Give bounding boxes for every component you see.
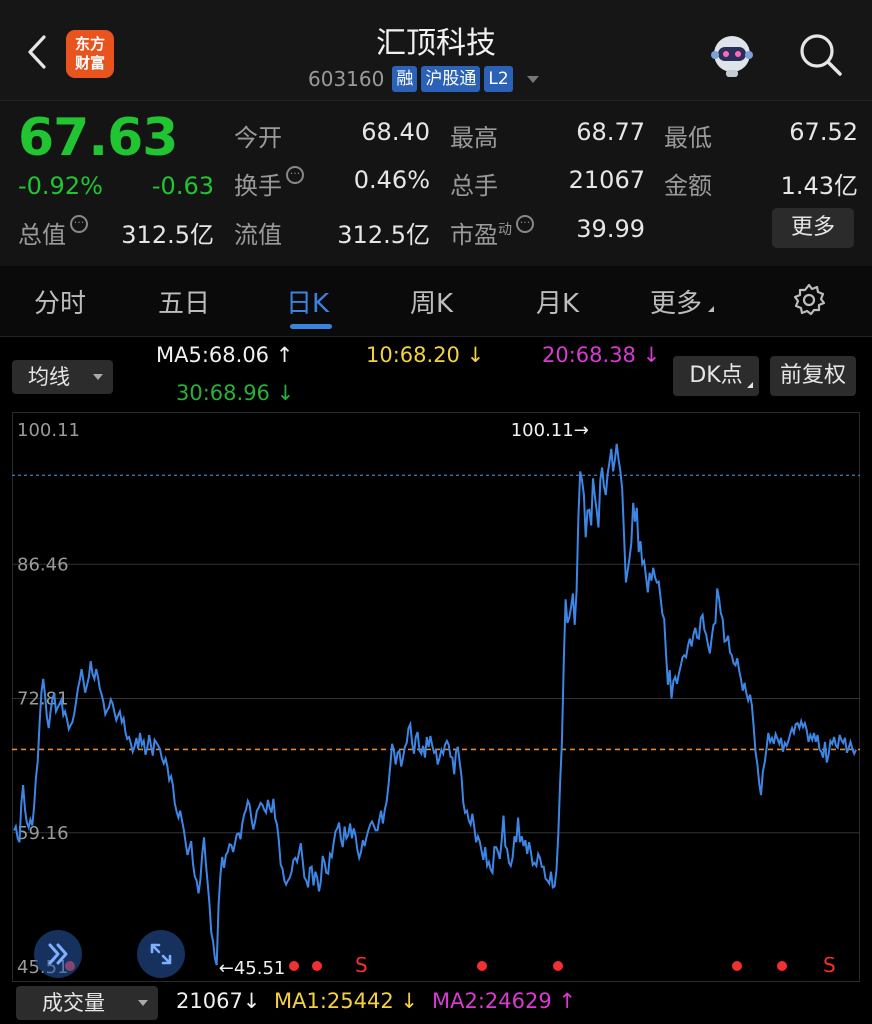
y-tick-label: 86.46 bbox=[17, 554, 69, 575]
ma20-value: 20:68.38 ↓ bbox=[542, 343, 661, 367]
min-price-label: ←45.51 bbox=[219, 958, 286, 979]
volume-ma1: MA1:25442 ↓ bbox=[274, 989, 418, 1013]
low-value: 67.52 bbox=[789, 118, 858, 146]
settings-gear-icon[interactable] bbox=[792, 283, 826, 317]
ma30-value: 30:68.96 ↓ bbox=[176, 381, 295, 405]
ma-select[interactable]: 均线 bbox=[12, 360, 113, 394]
forward-adjust-button[interactable]: 前复权 bbox=[770, 356, 856, 396]
open-value: 68.40 bbox=[361, 118, 430, 146]
dk-point-button[interactable]: DK点 bbox=[673, 356, 759, 396]
ma5-value: MA5:68.06 ↑ bbox=[156, 343, 294, 367]
diagonal-arrows-icon bbox=[150, 943, 172, 965]
last-price: 67.63 bbox=[18, 108, 178, 168]
turnover-value: 0.46% bbox=[353, 166, 430, 194]
volume-select[interactable]: 成交量 bbox=[16, 986, 158, 1020]
tab-five-day[interactable]: 五日 bbox=[158, 283, 210, 320]
corner-triangle-icon bbox=[747, 382, 753, 388]
chart-frame bbox=[12, 412, 860, 982]
info-icon[interactable]: ··· bbox=[70, 215, 88, 233]
signal-dot bbox=[777, 961, 787, 971]
chevron-down-icon[interactable] bbox=[526, 75, 539, 83]
volume-value: 21067 bbox=[568, 166, 645, 194]
pe-value: 39.99 bbox=[576, 215, 645, 243]
low-label: 最低 bbox=[664, 124, 712, 152]
signal-dot bbox=[312, 961, 322, 971]
signal-dot bbox=[289, 961, 299, 971]
stock-code-line[interactable]: 603160 融 沪股通 L2 bbox=[308, 64, 539, 94]
signal-dot bbox=[732, 961, 742, 971]
signal-dot bbox=[553, 961, 563, 971]
dropdown-caret-icon bbox=[93, 374, 103, 380]
tab-weekly-k[interactable]: 周K bbox=[410, 283, 453, 320]
mktcap-value: 312.5亿 bbox=[121, 221, 214, 249]
turnover-label: 换手 ··· bbox=[234, 166, 304, 201]
y-tick-label: 100.11 bbox=[17, 420, 80, 441]
max-price-label: 100.11→ bbox=[511, 420, 589, 441]
kline-chart[interactable]: 100.1186.4672.8159.1645.51 100.11→←45.51… bbox=[12, 412, 860, 982]
robot-assistant-icon[interactable] bbox=[706, 30, 758, 80]
float-label: 流值 bbox=[234, 221, 282, 249]
chart-grid bbox=[12, 474, 860, 834]
high-label: 最高 bbox=[450, 124, 498, 152]
price-series bbox=[13, 443, 857, 966]
double-chevron-icon bbox=[48, 943, 68, 965]
y-tick-label: 59.16 bbox=[17, 823, 69, 844]
pe-label: 市盈动 ··· bbox=[450, 215, 534, 250]
fast-forward-icon[interactable] bbox=[34, 930, 82, 978]
tab-daily-k[interactable]: 日K bbox=[286, 283, 329, 320]
change-amount: -0.63 bbox=[151, 172, 214, 200]
volume-current: 21067↓ bbox=[176, 989, 261, 1013]
change-percent: -0.92% bbox=[18, 172, 103, 200]
expand-icon[interactable] bbox=[137, 930, 185, 978]
dropdown-caret-icon bbox=[138, 1000, 148, 1006]
signal-dot bbox=[477, 961, 487, 971]
stock-code: 603160 bbox=[308, 67, 385, 91]
high-value: 68.77 bbox=[576, 118, 645, 146]
volume-ma2: MA2:24629 ↑ bbox=[432, 989, 576, 1013]
tab-intraday[interactable]: 分时 bbox=[34, 283, 86, 320]
volume-label: 总手 bbox=[450, 172, 498, 200]
more-quote-button[interactable]: 更多 bbox=[772, 208, 854, 248]
tag-level2: L2 bbox=[484, 66, 513, 92]
tab-more[interactable]: 更多 bbox=[650, 283, 715, 320]
search-icon[interactable] bbox=[796, 30, 844, 78]
ma10-value: 10:68.20 ↓ bbox=[366, 343, 485, 367]
corner-triangle-icon bbox=[708, 306, 715, 312]
price-line bbox=[13, 443, 857, 966]
sell-signal-marker: S bbox=[355, 953, 368, 977]
info-icon[interactable]: ··· bbox=[516, 215, 534, 233]
amount-value: 1.43亿 bbox=[780, 172, 858, 200]
open-label: 今开 bbox=[234, 124, 282, 152]
info-icon[interactable]: ··· bbox=[286, 166, 304, 184]
mktcap-label: 总值 ··· bbox=[18, 215, 88, 250]
tab-monthly-k[interactable]: 月K bbox=[536, 283, 579, 320]
float-value: 312.5亿 bbox=[337, 221, 430, 249]
chart-markers: 100.11→ ←45.51 S S bbox=[65, 420, 836, 979]
sell-signal-marker: S bbox=[823, 953, 836, 977]
tag-connect: 沪股通 bbox=[421, 66, 481, 92]
tag-margin: 融 bbox=[392, 66, 418, 92]
amount-label: 金额 bbox=[664, 172, 712, 200]
active-tab-indicator bbox=[290, 324, 332, 329]
